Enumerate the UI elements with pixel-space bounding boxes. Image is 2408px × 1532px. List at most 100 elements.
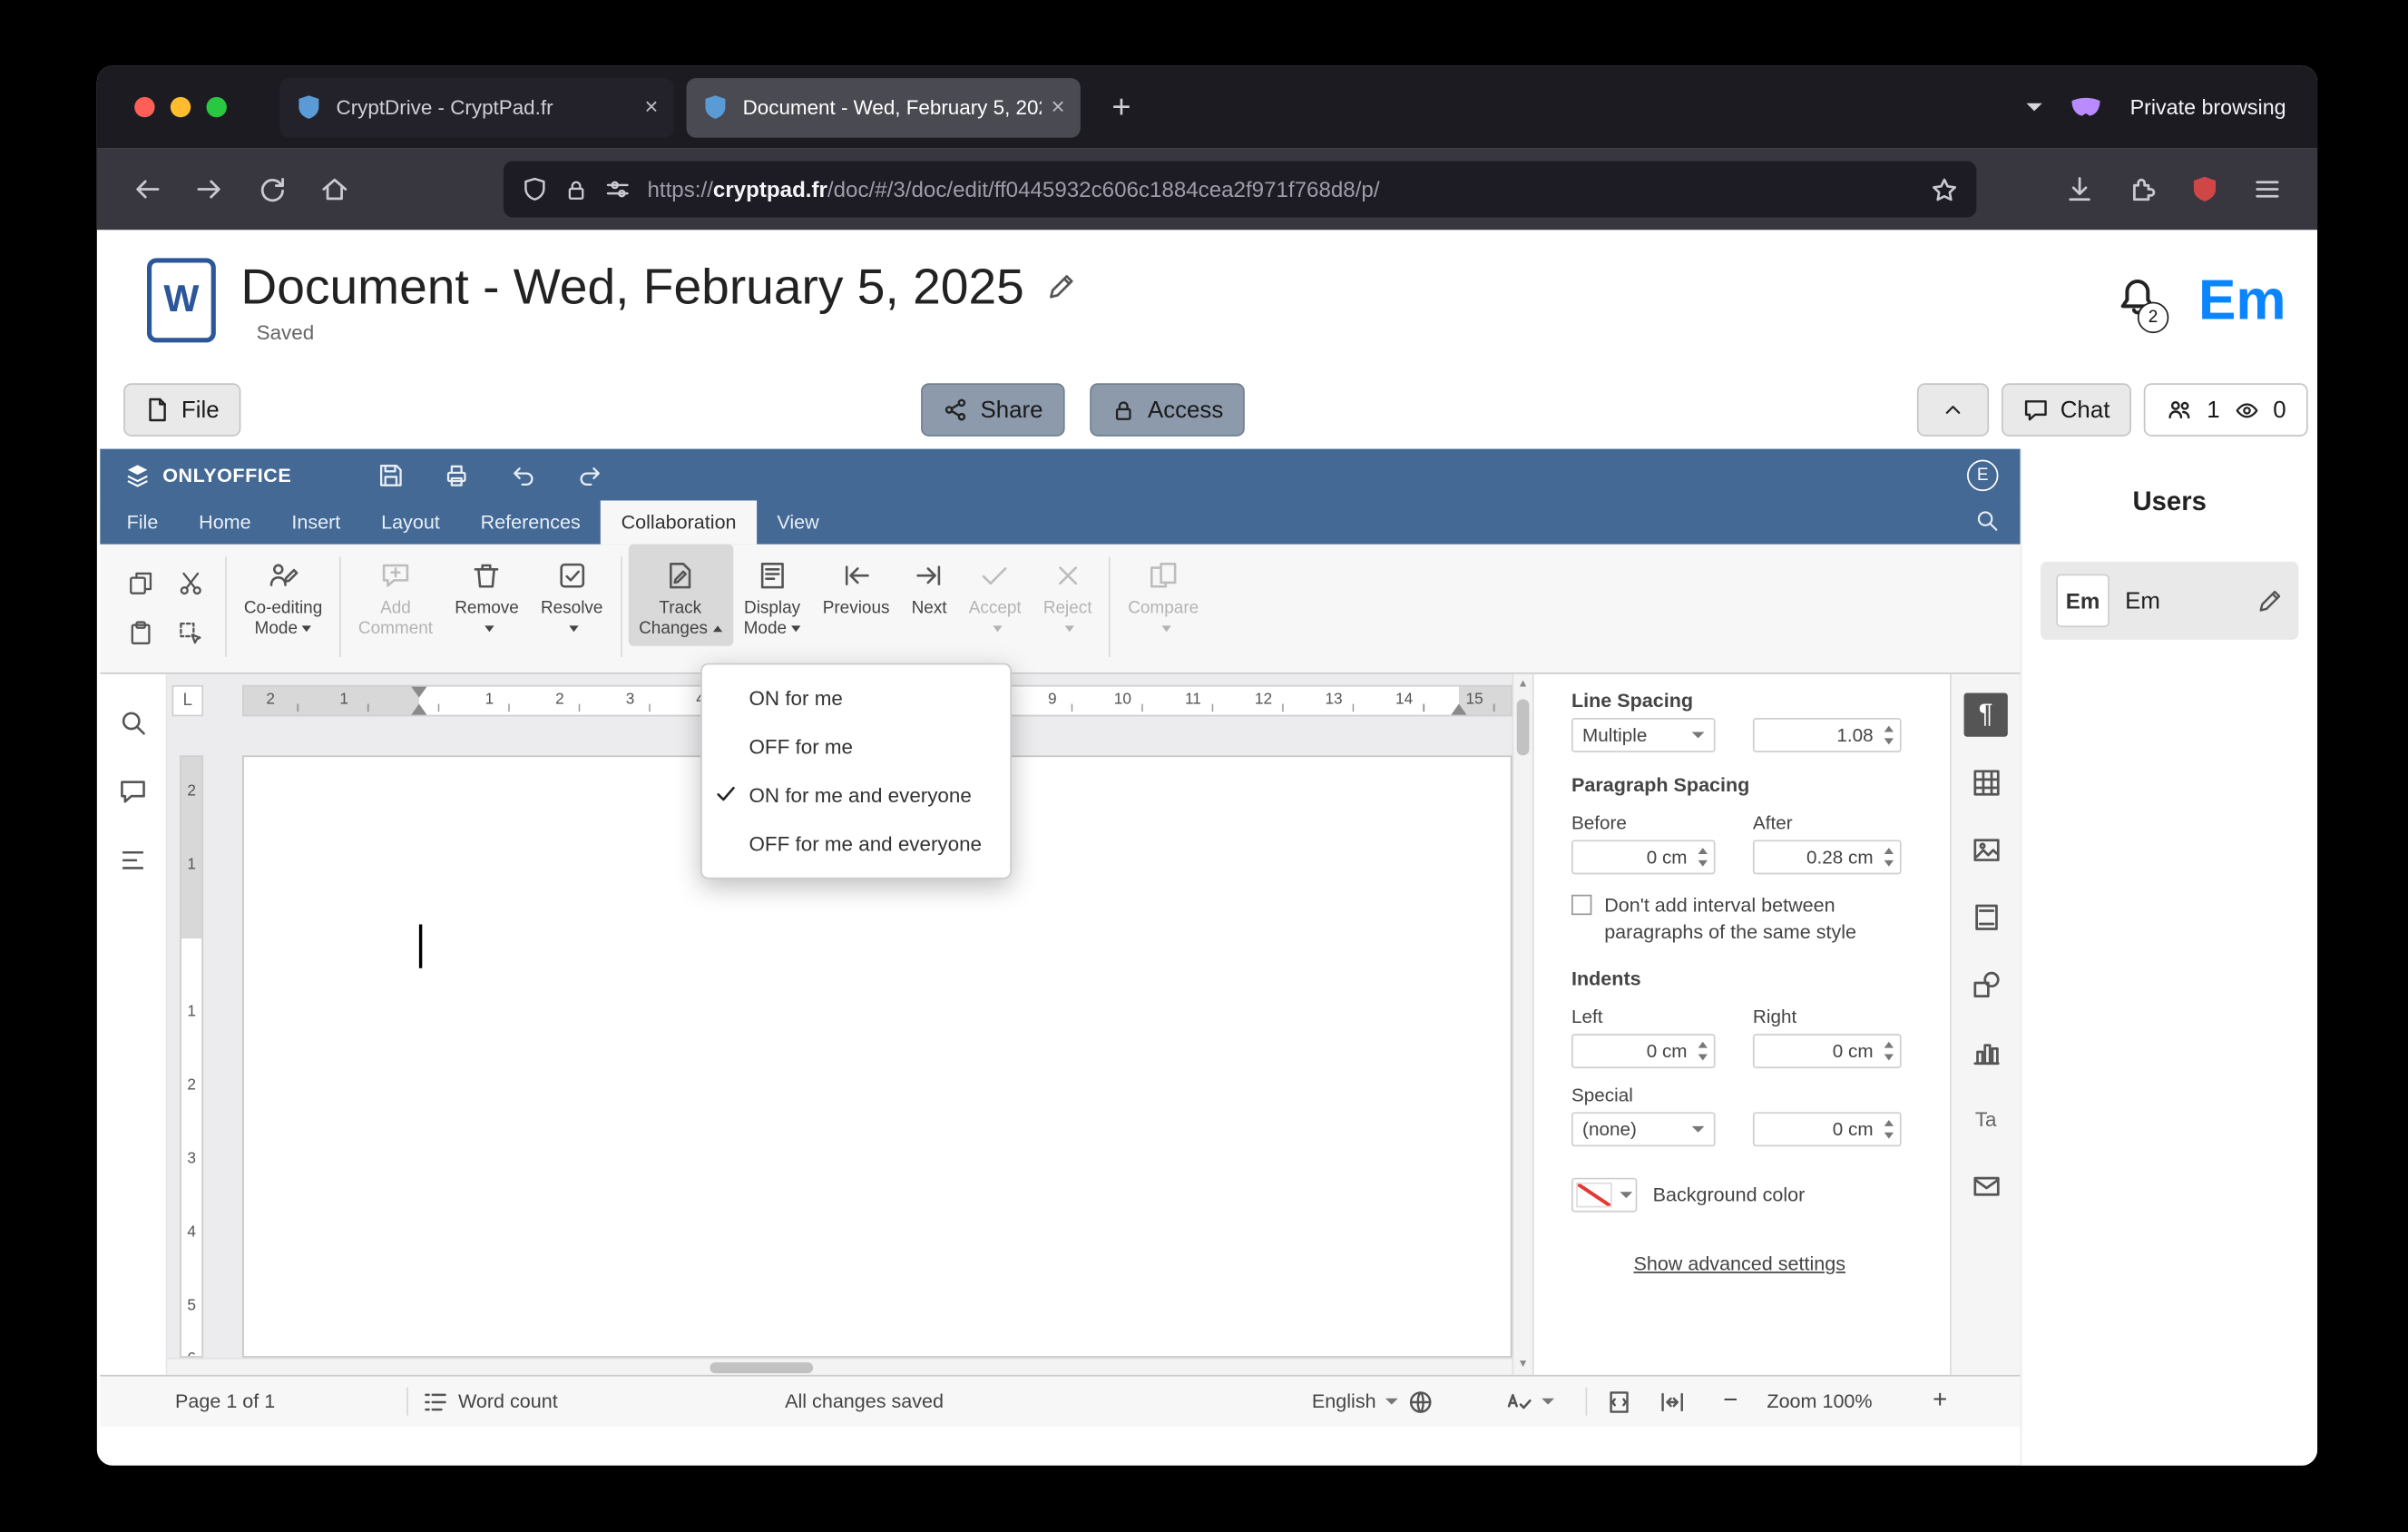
tab-insert[interactable]: Insert bbox=[271, 500, 361, 544]
fit-page-button[interactable] bbox=[1606, 1377, 1632, 1427]
forward-button[interactable] bbox=[181, 162, 238, 216]
user-list-item[interactable]: Em Em bbox=[2041, 561, 2299, 640]
compare-button[interactable]: Compare bbox=[1117, 545, 1209, 646]
comments-panel-icon[interactable] bbox=[119, 778, 147, 806]
tab-file[interactable]: File bbox=[106, 500, 179, 544]
horizontal-scroll-thumb[interactable] bbox=[710, 1362, 814, 1374]
menu-item-on-for-everyone[interactable]: ON for me and everyone bbox=[702, 771, 1011, 820]
cut-button[interactable] bbox=[172, 563, 210, 604]
lock-icon[interactable] bbox=[564, 178, 588, 201]
spin-down-icon[interactable] bbox=[1698, 1053, 1708, 1060]
downloads-button[interactable] bbox=[2051, 162, 2108, 216]
ublock-origin-button[interactable] bbox=[2177, 162, 2233, 216]
tab-stop-selector[interactable]: L bbox=[171, 684, 204, 717]
mail-merge-settings-tab[interactable] bbox=[1964, 1164, 2008, 1207]
find-icon[interactable] bbox=[119, 709, 147, 737]
back-button[interactable] bbox=[119, 162, 175, 216]
textart-settings-tab[interactable]: Ta bbox=[1964, 1096, 2008, 1140]
browser-tab-document[interactable]: Document - Wed, February 5, 2025 × bbox=[686, 77, 1081, 137]
spin-up-icon[interactable] bbox=[1884, 1119, 1894, 1126]
collapse-toolbar-button[interactable] bbox=[1916, 383, 1989, 437]
select-button[interactable] bbox=[172, 614, 210, 654]
tab-layout[interactable]: Layout bbox=[361, 500, 460, 544]
chart-settings-tab[interactable] bbox=[1964, 1029, 2008, 1073]
chat-button[interactable]: Chat bbox=[2001, 383, 2132, 437]
user-avatar[interactable]: Em bbox=[2198, 268, 2286, 333]
collaborator-avatar[interactable]: E bbox=[1967, 458, 1999, 491]
fit-width-button[interactable] bbox=[1659, 1377, 1686, 1427]
close-window-button[interactable] bbox=[134, 96, 155, 118]
shape-settings-tab[interactable] bbox=[1964, 962, 2008, 1006]
paste-button[interactable] bbox=[122, 614, 159, 654]
spin-down-icon[interactable] bbox=[1884, 737, 1894, 744]
maximize-window-button[interactable] bbox=[206, 96, 227, 118]
background-color-button[interactable] bbox=[1571, 1177, 1638, 1213]
redo-icon[interactable] bbox=[578, 462, 604, 487]
first-line-indent-marker[interactable] bbox=[411, 686, 427, 698]
coediting-mode-button[interactable]: Co-editing Mode bbox=[233, 545, 334, 646]
spin-up-icon[interactable] bbox=[1884, 848, 1894, 854]
users-count-button[interactable]: 1 0 bbox=[2144, 383, 2308, 437]
bookmark-star-icon[interactable] bbox=[1931, 176, 1957, 202]
tab-close-icon[interactable]: × bbox=[644, 95, 658, 119]
url-bar[interactable]: https://cryptpad.fr/doc/#/3/doc/edit/ff0… bbox=[503, 161, 1977, 218]
page-title[interactable]: Document - Wed, February 5, 2025 bbox=[240, 257, 1023, 315]
paragraph-settings-tab[interactable]: ¶ bbox=[1963, 692, 2008, 737]
menu-item-off-for-me[interactable]: OFF for me bbox=[702, 722, 1011, 771]
edit-name-pencil-icon[interactable] bbox=[2256, 587, 2283, 614]
previous-change-button[interactable]: Previous bbox=[812, 545, 901, 626]
left-indent-marker[interactable] bbox=[411, 703, 427, 715]
tab-close-icon[interactable]: × bbox=[1052, 95, 1065, 119]
special-select[interactable]: (none) bbox=[1571, 1112, 1716, 1147]
list-tabs-icon[interactable] bbox=[2026, 103, 2043, 112]
next-change-button[interactable]: Next bbox=[901, 545, 958, 626]
menu-item-on-for-me[interactable]: ON for me bbox=[702, 674, 1011, 722]
url-text[interactable]: https://cryptpad.fr/doc/#/3/doc/edit/ff0… bbox=[647, 177, 1914, 202]
checkbox[interactable] bbox=[1571, 894, 1592, 916]
print-icon[interactable] bbox=[445, 462, 470, 487]
spacing-after-spinner[interactable]: 0.28 cm bbox=[1752, 840, 1902, 875]
copy-button[interactable] bbox=[122, 563, 159, 604]
scroll-up-arrow[interactable]: ▲ bbox=[1513, 677, 1532, 692]
add-comment-button[interactable]: Add Comment bbox=[347, 545, 444, 646]
spacing-before-spinner[interactable]: 0 cm bbox=[1571, 840, 1716, 875]
accept-change-button[interactable]: Accept bbox=[958, 545, 1033, 646]
menu-item-off-for-everyone[interactable]: OFF for me and everyone bbox=[702, 820, 1011, 868]
spin-down-icon[interactable] bbox=[1884, 1131, 1894, 1138]
image-settings-tab[interactable] bbox=[1964, 828, 2008, 871]
spellcheck-toggle[interactable] bbox=[1504, 1377, 1555, 1427]
no-interval-checkbox-row[interactable]: Don't add interval between paragraphs of… bbox=[1571, 893, 1923, 947]
browser-tab-cryptdrive[interactable]: CryptDrive - CryptPad.fr × bbox=[279, 77, 674, 137]
edit-title-pencil-icon[interactable] bbox=[1046, 271, 1076, 301]
tab-view[interactable]: View bbox=[757, 500, 839, 544]
horizontal-scrollbar[interactable] bbox=[167, 1357, 1512, 1375]
spin-down-icon[interactable] bbox=[1884, 859, 1894, 866]
spin-up-icon[interactable] bbox=[1698, 1041, 1708, 1048]
new-tab-button[interactable]: + bbox=[1111, 91, 1131, 123]
show-advanced-settings-link[interactable]: Show advanced settings bbox=[1571, 1252, 1908, 1274]
spin-up-icon[interactable] bbox=[1884, 1041, 1894, 1048]
indent-right-spinner[interactable]: 0 cm bbox=[1752, 1034, 1902, 1069]
tracking-shield-icon[interactable] bbox=[523, 177, 548, 202]
indent-left-spinner[interactable]: 0 cm bbox=[1571, 1034, 1716, 1069]
reload-button[interactable] bbox=[244, 162, 300, 216]
zoom-level-label[interactable]: Zoom 100% bbox=[1767, 1377, 1872, 1427]
line-spacing-spinner[interactable]: 1.08 bbox=[1752, 718, 1902, 752]
spin-down-icon[interactable] bbox=[1698, 859, 1708, 866]
vertical-ruler[interactable]: 2 1 1 2 3 4 5 6 bbox=[180, 755, 204, 1358]
reject-change-button[interactable]: Reject bbox=[1033, 545, 1103, 646]
menu-button[interactable] bbox=[2239, 162, 2295, 216]
undo-icon[interactable] bbox=[511, 462, 537, 487]
vertical-scrollbar[interactable]: ▲ ▼ bbox=[1512, 673, 1532, 1375]
table-settings-tab[interactable] bbox=[1964, 761, 2008, 804]
display-mode-button[interactable]: Display Mode bbox=[733, 545, 812, 646]
track-changes-button[interactable]: Track Changes bbox=[628, 544, 733, 646]
save-icon[interactable] bbox=[379, 462, 405, 487]
zoom-in-button[interactable]: + bbox=[1933, 1377, 1947, 1427]
spin-up-icon[interactable] bbox=[1884, 725, 1894, 732]
vertical-scroll-thumb[interactable] bbox=[1516, 699, 1530, 756]
right-indent-marker[interactable] bbox=[1451, 703, 1467, 715]
line-spacing-select[interactable]: Multiple bbox=[1571, 718, 1716, 752]
tab-references[interactable]: References bbox=[460, 500, 601, 544]
word-count-button[interactable]: Word count bbox=[422, 1377, 558, 1427]
